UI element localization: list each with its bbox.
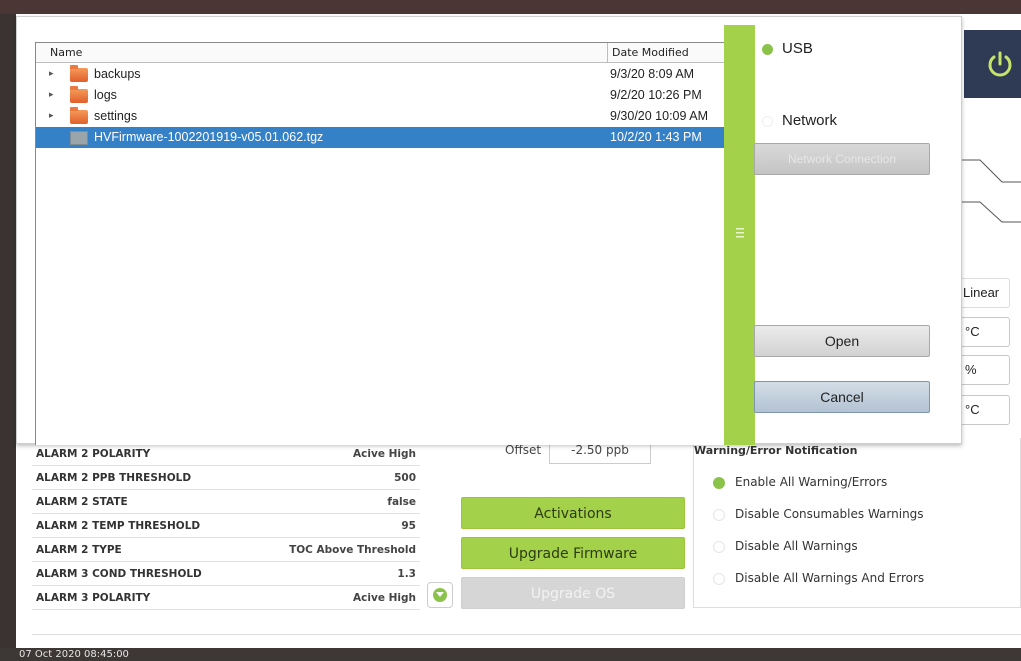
setting-name: ALARM 3 POLARITY (36, 592, 151, 604)
setting-name: ALARM 2 PPB THRESHOLD (36, 472, 192, 484)
grip-icon (736, 228, 744, 238)
file-name: backups (94, 67, 141, 81)
file-row[interactable]: HVFirmware-1002201919-v05.01.062.tgz 10/2… (36, 127, 741, 148)
column-header-date-modified[interactable]: Date Modified (612, 46, 689, 59)
setting-value: 95 (401, 520, 416, 532)
radio-unselected-icon (713, 573, 725, 585)
chevron-down-icon (433, 588, 447, 602)
graph-line-fragment (962, 159, 1021, 223)
radio-unselected-icon (713, 509, 725, 521)
setting-name: ALARM 2 TEMP THRESHOLD (36, 520, 201, 532)
file-name: settings (94, 109, 138, 123)
activations-button[interactable]: Activations (461, 497, 685, 529)
radio-unselected-icon (713, 541, 725, 553)
warning-option-label: Enable All Warning/Errors (735, 475, 888, 489)
radio-unselected-icon (762, 116, 773, 127)
setting-name: ALARM 2 STATE (36, 496, 128, 508)
warning-option-label: Disable All Warnings (735, 539, 858, 553)
panel-splitter[interactable] (724, 25, 755, 445)
setting-name: ALARM 2 TYPE (36, 544, 122, 556)
file-date-modified: 9/30/20 10:09 AM (610, 109, 708, 123)
cancel-button[interactable]: Cancel (754, 381, 930, 413)
expand-caret-icon[interactable]: ▸ (49, 110, 54, 121)
file-name: HVFirmware-1002201919-v05.01.062.tgz (94, 130, 324, 144)
upgrade-firmware-button[interactable]: Upgrade Firmware (461, 537, 685, 569)
expand-caret-icon[interactable]: ▸ (49, 68, 54, 79)
table-row[interactable]: ALARM 2 STATE false (32, 490, 420, 514)
folder-icon (70, 65, 88, 82)
setting-value: 1.3 (397, 568, 416, 580)
status-timestamp: 07 Oct 2020 08:45:00 (19, 649, 129, 660)
firmware-file-dialog: Name Date Modified ▸ backups 9/3/20 8:09 A… (16, 16, 962, 445)
status-bar (0, 648, 1021, 661)
scroll-down-button[interactable] (427, 582, 453, 608)
setting-value: false (387, 496, 416, 508)
table-row[interactable]: ALARM 2 TEMP THRESHOLD 95 (32, 514, 420, 538)
setting-value: Acive High (353, 448, 416, 460)
offset-label: Offset (505, 443, 542, 457)
setting-value: 500 (394, 472, 416, 484)
folder-row[interactable]: ▸ backups 9/3/20 8:09 AM (36, 64, 741, 85)
table-row[interactable]: ALARM 2 TYPE TOC Above Threshold (32, 538, 420, 562)
radio-selected-icon (713, 477, 725, 489)
divider (32, 634, 1021, 635)
warning-panel-title: Warning/Error Notification (694, 444, 858, 457)
folder-icon (70, 86, 88, 103)
setting-name: ALARM 2 POLARITY (36, 448, 151, 460)
setting-name: ALARM 3 COND THRESHOLD (36, 568, 202, 580)
column-divider[interactable] (607, 43, 608, 63)
app-top-bar (0, 0, 1021, 14)
upgrade-os-button[interactable]: Upgrade OS (461, 577, 685, 609)
archive-file-icon (70, 131, 88, 145)
expand-caret-icon[interactable]: ▸ (49, 89, 54, 100)
file-date-modified: 9/3/20 8:09 AM (610, 67, 695, 81)
file-date-modified: 9/2/20 10:26 PM (610, 88, 702, 102)
warning-option-label: Disable All Warnings And Errors (735, 571, 925, 585)
setting-value: TOC Above Threshold (289, 544, 416, 556)
source-network-label: Network (782, 112, 838, 129)
file-list-header: Name Date Modified (36, 43, 741, 63)
folder-row[interactable]: ▸ settings 9/30/20 10:09 AM (36, 106, 741, 127)
file-name: logs (94, 88, 117, 102)
open-button[interactable]: Open (754, 325, 930, 357)
warning-option-label: Disable Consumables Warnings (735, 507, 924, 521)
table-row[interactable]: ALARM 2 PPB THRESHOLD 500 (32, 466, 420, 490)
table-row[interactable]: ALARM 2 POLARITY Acive High (32, 442, 420, 466)
network-connection-button[interactable]: Network Connection (754, 143, 930, 175)
setting-value: Acive High (353, 592, 416, 604)
file-list[interactable]: Name Date Modified ▸ backups 9/3/20 8:09 A… (35, 42, 741, 445)
alarm-settings-table: ALARM 2 POLARITY Acive High ALARM 2 PPB TH… (32, 442, 420, 610)
radio-selected-icon (762, 44, 773, 55)
table-row[interactable]: ALARM 3 COND THRESHOLD 1.3 (32, 562, 420, 586)
folder-icon (70, 107, 88, 124)
source-usb-label: USB (782, 40, 813, 57)
table-row[interactable]: ALARM 3 POLARITY Acive High (32, 586, 420, 610)
folder-row[interactable]: ▸ logs 9/2/20 10:26 PM (36, 85, 741, 106)
file-date-modified: 10/2/20 1:43 PM (610, 130, 702, 144)
column-header-name[interactable]: Name (50, 46, 82, 59)
power-icon[interactable] (984, 48, 1016, 80)
